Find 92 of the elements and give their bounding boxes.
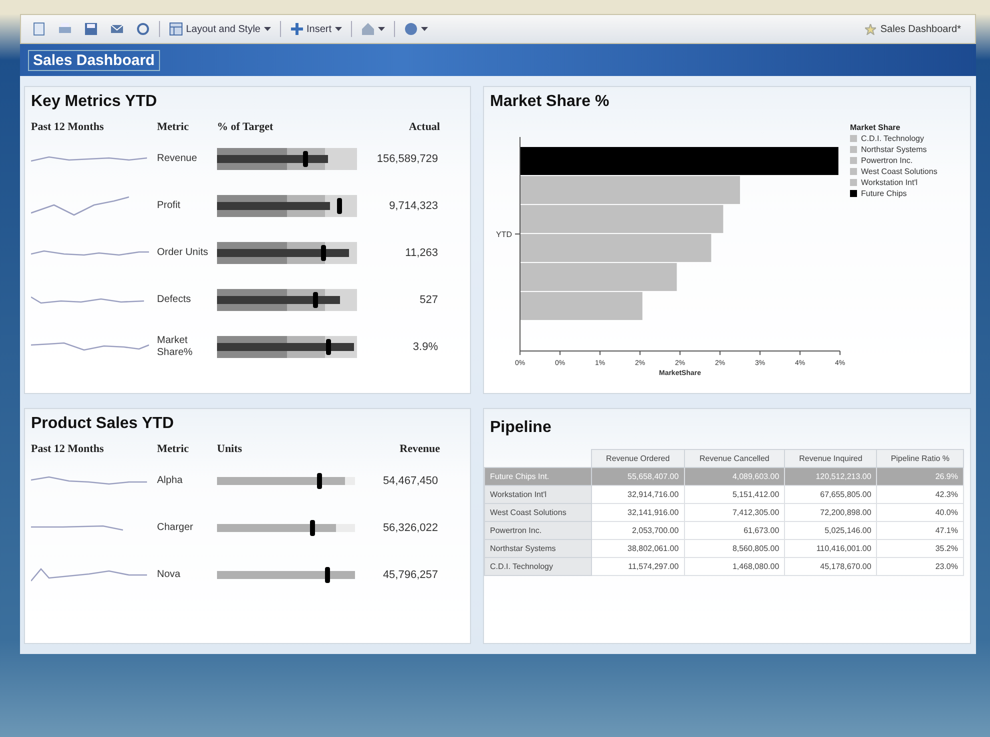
star-icon <box>865 24 876 34</box>
column-header: Revenue Cancelled <box>684 450 785 468</box>
row-header: Powertron Inc. <box>484 522 592 540</box>
column-header: Revenue <box>398 443 441 455</box>
panel-title: Pipeline <box>490 419 552 437</box>
table-cell: 120,512,213.00 <box>784 468 877 486</box>
legend-label: Future Chips <box>861 189 907 198</box>
table-cell: 67,655,805.00 <box>784 486 877 504</box>
legend-label: Workstation Int'l <box>861 178 918 187</box>
actual-value: 9,714,323 <box>388 200 439 212</box>
metric-label: Charger <box>157 522 194 534</box>
metric-label: Profit <box>157 200 182 212</box>
toolbar-menu-button[interactable]: Insert <box>286 20 345 38</box>
column-header: Past 12 Months <box>31 443 105 455</box>
column-header: Units <box>217 443 244 455</box>
printer-icon <box>58 22 72 36</box>
table-row[interactable]: Powertron Inc. 2,053,700.00 61,673.00 5,025,146.00 47.1% <box>484 522 964 540</box>
table-cell: 23.0% <box>876 558 964 576</box>
caret-icon <box>420 27 428 31</box>
row-header: C.D.I. Technology <box>484 558 592 576</box>
column-header: Pipeline Ratio % <box>876 450 964 468</box>
table-cell: 11,574,297.00 <box>592 558 684 576</box>
column-header: Metric <box>157 121 190 133</box>
save-icon <box>84 22 98 36</box>
table-cell: 55,658,407.00 <box>592 468 684 486</box>
metric-label: Revenue <box>157 152 198 164</box>
table-cell: 38,802,061.00 <box>592 540 684 558</box>
table-row[interactable]: C.D.I. Technology 11,574,297.00 1,468,080.00 45,178,670.00 23.0% <box>484 558 964 576</box>
plus-icon <box>290 22 304 36</box>
table-cell: 8,560,805.00 <box>684 540 785 558</box>
legend-title: Market Share <box>850 123 902 132</box>
actual-value: 156,589,729 <box>376 152 439 164</box>
toolbar-menu-button[interactable]: Layout and Style <box>166 20 274 38</box>
table-cell: 35.2% <box>876 540 964 558</box>
caret-icon <box>378 27 385 31</box>
panel-title: Key Metrics YTD <box>31 93 158 111</box>
table-cell: 32,141,916.00 <box>592 504 684 522</box>
legend-label: Northstar Systems <box>861 145 927 154</box>
column-header: Past 12 Months <box>31 121 105 133</box>
table-row[interactable]: Workstation Int'l 32,914,716.00 5,151,412.00 67,655,805.00 42.3% <box>484 486 964 504</box>
document-icon <box>32 22 46 36</box>
table-cell: 110,416,001.00 <box>784 540 877 558</box>
column-header: Revenue Ordered <box>592 450 684 468</box>
envelope-icon <box>110 22 124 36</box>
legend-label: West Coast Solutions <box>861 167 938 176</box>
legend-label: Powertron Inc. <box>861 156 913 165</box>
revenue-value: 45,796,257 <box>382 568 439 580</box>
table-row[interactable]: West Coast Solutions 32,141,916.00 7,412,305.00 72,200,898.00 40.0% <box>484 504 964 522</box>
table-cell: 26.9% <box>876 468 964 486</box>
row-header: Workstation Int'l <box>484 486 592 504</box>
actual-value: 3.9% <box>412 340 439 352</box>
layout-icon <box>169 22 183 36</box>
row-header: Northstar Systems <box>484 540 592 558</box>
row-header: West Coast Solutions <box>484 504 592 522</box>
caret-icon <box>334 27 342 31</box>
table-cell: 7,412,305.00 <box>684 504 785 522</box>
panel-title: Market Share % <box>490 93 610 111</box>
table-cell: 1,468,080.00 <box>684 558 785 576</box>
actual-value: 11,263 <box>404 246 439 258</box>
table-cell: 32,914,716.00 <box>592 486 684 504</box>
table-cell: 2,053,700.00 <box>592 522 684 540</box>
table-cell: 61,673.00 <box>684 522 785 540</box>
metric-label: Alpha <box>157 474 184 486</box>
table-cell: 47.1% <box>876 522 964 540</box>
row-header: Future Chips Int. <box>484 468 592 486</box>
metric-label: Market Share% <box>157 335 194 358</box>
table-cell: 72,200,898.00 <box>784 504 877 522</box>
revenue-value: 54,467,450 <box>382 474 439 486</box>
metric-label: Order Units <box>157 246 210 258</box>
table-row[interactable]: Northstar Systems 38,802,061.00 8,560,805.00 110,416,001.00 35.2% <box>484 540 964 558</box>
metric-label: Nova <box>157 568 182 580</box>
caret-icon <box>264 27 270 31</box>
table-cell: 42.3% <box>876 486 964 504</box>
table-cell: 5,151,412.00 <box>684 486 785 504</box>
home-icon <box>360 22 375 36</box>
axis-label: YTD <box>496 230 512 239</box>
dashboard-title: Sales Dashboard <box>28 50 160 70</box>
panel-title: Product Sales YTD <box>31 415 175 433</box>
table-cell: 40.0% <box>876 504 964 522</box>
revenue-value: 56,326,022 <box>382 522 439 534</box>
column-header: Revenue Inquired <box>784 450 877 468</box>
metric-label: Defects <box>157 294 192 306</box>
column-header: % of Target <box>217 121 274 133</box>
table-cell: 4,089,603.00 <box>684 468 785 486</box>
actual-value: 527 <box>418 294 439 306</box>
column-header: Metric <box>157 443 190 455</box>
table-cell: 45,178,670.00 <box>784 558 877 576</box>
table-cell: 5,025,146.00 <box>784 522 877 540</box>
refresh-icon <box>136 22 150 36</box>
document-tab[interactable]: Sales Dashboard* <box>859 22 967 36</box>
legend-label: C.D.I. Technology <box>861 134 924 143</box>
column-header: Actual <box>408 121 441 133</box>
